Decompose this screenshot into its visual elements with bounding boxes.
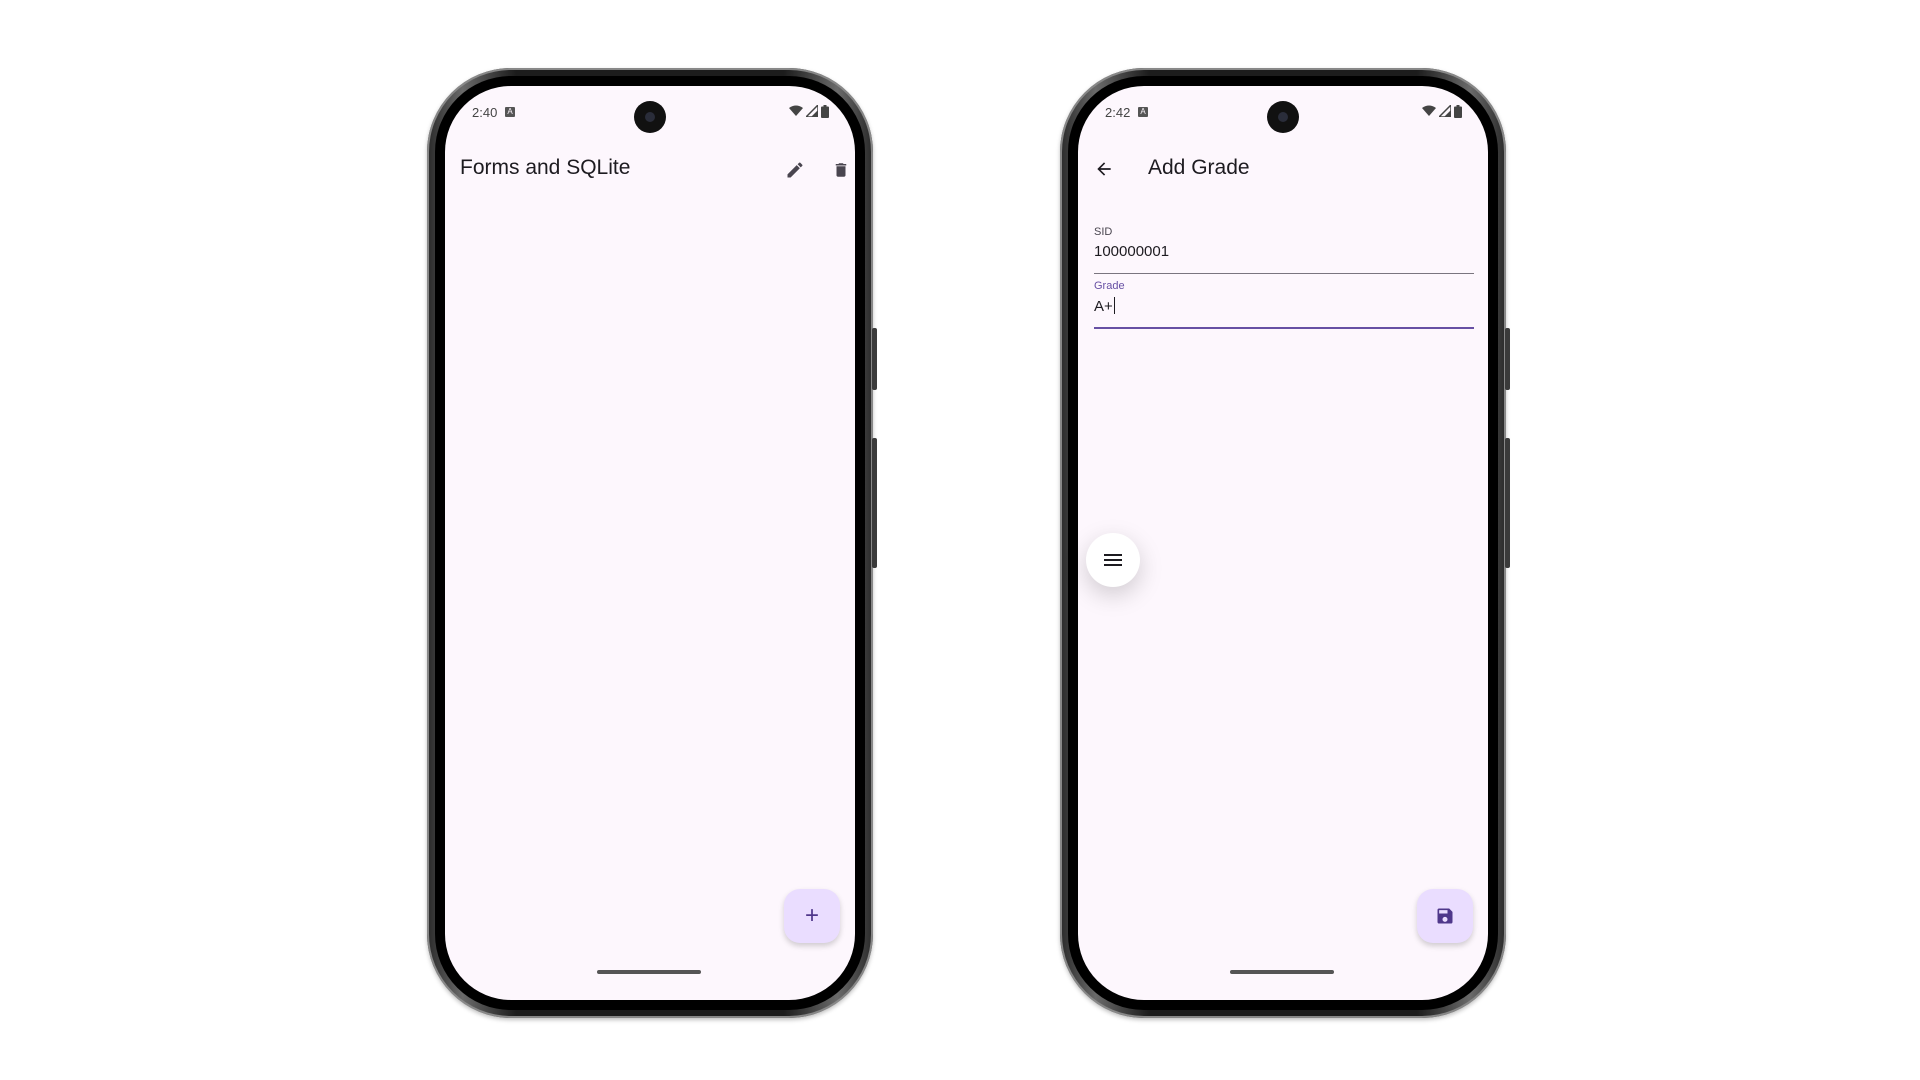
- gesture-nav-bar[interactable]: [1230, 970, 1334, 974]
- status-icons: [1422, 104, 1462, 118]
- power-button: [872, 328, 877, 390]
- status-time: 2:42: [1105, 105, 1131, 120]
- screen-home: 2:40 A Forms and SQLite +: [445, 86, 855, 1000]
- app-bar: Forms and SQLite: [445, 136, 855, 200]
- delete-icon: [835, 163, 847, 177]
- notification-icon: A: [505, 107, 515, 117]
- power-button: [1505, 328, 1510, 390]
- sid-field[interactable]: SID 100000001: [1094, 226, 1474, 280]
- sid-input[interactable]: 100000001: [1094, 243, 1474, 260]
- status-time: 2:40: [472, 105, 498, 120]
- app-bar: Add Grade: [1078, 136, 1488, 200]
- save-icon: [1437, 908, 1453, 924]
- volume-button: [1505, 438, 1510, 568]
- status-bar: 2:40 A: [445, 86, 855, 136]
- status-icons: [789, 104, 829, 118]
- wifi-icon: [1422, 105, 1436, 116]
- notification-icon: A: [1138, 107, 1148, 117]
- volume-button: [872, 438, 877, 568]
- battery-icon: [821, 104, 829, 118]
- phone-left: 2:40 A Forms and SQLite +: [427, 68, 877, 1018]
- back-button[interactable]: [1084, 149, 1124, 189]
- grade-underline-focused: [1094, 327, 1474, 329]
- menu-icon: [1104, 554, 1122, 566]
- signal-icon: [1439, 105, 1451, 117]
- grade-value: A+: [1094, 298, 1113, 315]
- sid-underline: [1094, 273, 1474, 274]
- battery-icon: [1454, 104, 1462, 118]
- add-icon: +: [804, 902, 819, 929]
- page-title: Forms and SQLite: [460, 156, 631, 179]
- add-button[interactable]: +: [784, 889, 840, 943]
- wifi-icon: [789, 105, 803, 116]
- floating-menu-button[interactable]: [1086, 533, 1140, 587]
- gesture-nav-bar[interactable]: [597, 970, 701, 974]
- grade-field[interactable]: Grade A+: [1094, 280, 1474, 336]
- page-title: Add Grade: [1148, 156, 1250, 179]
- edit-icon: [787, 162, 803, 178]
- grade-label: Grade: [1094, 280, 1125, 292]
- screen-add-grade: 2:42 A Add Grade SID 100000001 Grade A+: [1078, 86, 1488, 1000]
- signal-icon: [806, 105, 818, 117]
- text-cursor: [1113, 297, 1116, 314]
- status-bar: 2:42 A: [1078, 86, 1488, 136]
- front-camera: [1267, 101, 1299, 133]
- sid-label: SID: [1094, 226, 1113, 238]
- arrow-back-icon: [1097, 162, 1111, 176]
- delete-button[interactable]: [821, 150, 855, 190]
- edit-button[interactable]: [775, 150, 815, 190]
- front-camera: [634, 101, 666, 133]
- save-button[interactable]: [1417, 889, 1473, 943]
- grade-input[interactable]: A+: [1094, 297, 1474, 315]
